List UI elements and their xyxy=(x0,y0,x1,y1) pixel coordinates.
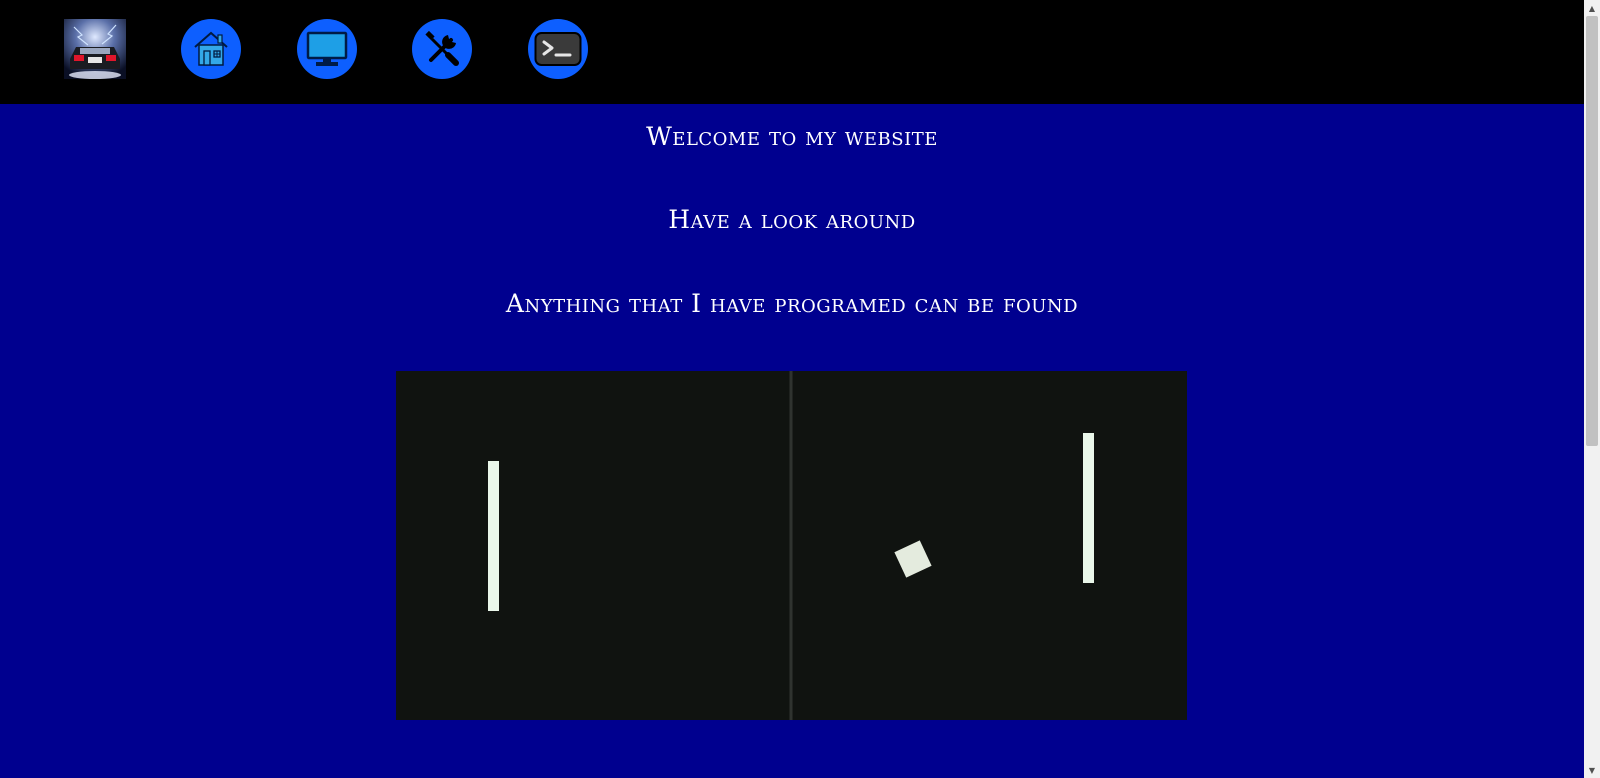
scroll-thumb[interactable] xyxy=(1586,16,1598,446)
pong-game-canvas[interactable] xyxy=(396,371,1187,720)
terminal-icon xyxy=(534,32,582,66)
look-around-text: Have a look around xyxy=(668,205,916,234)
programs-text: Anything that I have programed can be fo… xyxy=(505,289,1079,318)
car-logo-image[interactable] xyxy=(64,19,126,79)
top-navbar xyxy=(0,0,1584,104)
scroll-up-icon[interactable]: ▲ xyxy=(1584,0,1600,16)
nav-tools-button[interactable] xyxy=(412,19,472,79)
right-paddle xyxy=(1083,433,1094,583)
left-paddle xyxy=(488,461,499,611)
scroll-down-icon[interactable]: ▼ xyxy=(1584,762,1600,778)
pong-ball xyxy=(894,540,932,578)
wrench-screwdriver-icon xyxy=(425,30,459,66)
welcome-heading: Welcome to my website xyxy=(646,122,938,151)
nav-terminal-button[interactable] xyxy=(528,19,588,79)
nav-computer-button[interactable] xyxy=(297,19,357,79)
house-icon xyxy=(194,31,228,66)
monitor-icon xyxy=(306,31,348,66)
nav-home-button[interactable] xyxy=(181,19,241,79)
vertical-scrollbar[interactable]: ▲ ▼ xyxy=(1584,0,1600,778)
